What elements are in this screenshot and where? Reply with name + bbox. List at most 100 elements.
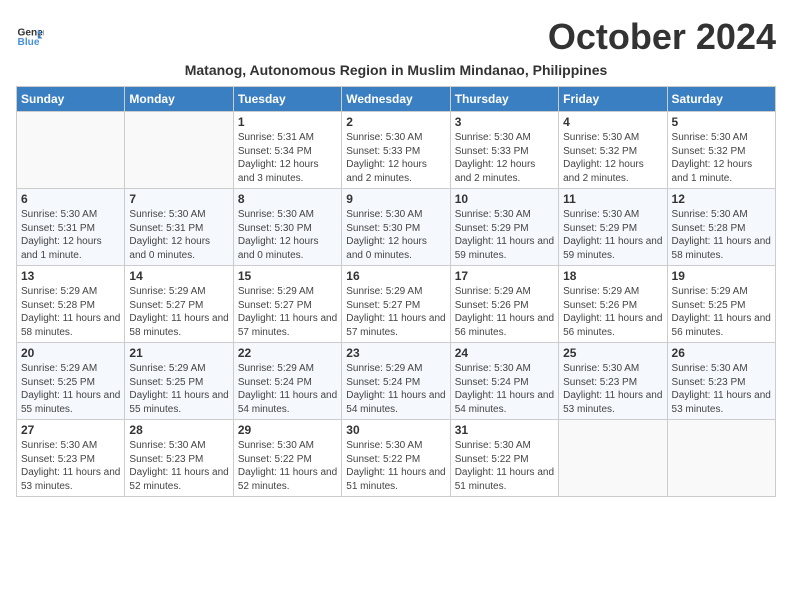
day-content: Sunrise: 5:29 AM Sunset: 5:26 PM Dayligh…: [455, 285, 554, 339]
day-number: 22: [238, 346, 337, 360]
day-content: Sunrise: 5:29 AM Sunset: 5:25 PM Dayligh…: [21, 362, 120, 416]
day-number: 7: [129, 192, 228, 206]
day-content: Sunrise: 5:31 AM Sunset: 5:34 PM Dayligh…: [238, 131, 337, 185]
page-header: General Blue October 2024: [16, 16, 776, 58]
day-header-sunday: Sunday: [17, 87, 125, 112]
day-content: Sunrise: 5:30 AM Sunset: 5:29 PM Dayligh…: [455, 208, 554, 262]
calendar-cell: 18 Sunrise: 5:29 AM Sunset: 5:26 PM Dayli…: [559, 266, 667, 343]
day-content: Sunrise: 5:30 AM Sunset: 5:23 PM Dayligh…: [129, 439, 228, 493]
calendar-cell: 14 Sunrise: 5:29 AM Sunset: 5:27 PM Dayli…: [125, 266, 233, 343]
calendar-cell: 23 Sunrise: 5:29 AM Sunset: 5:24 PM Dayli…: [342, 343, 450, 420]
day-number: 17: [455, 269, 554, 283]
day-header-saturday: Saturday: [667, 87, 775, 112]
day-number: 15: [238, 269, 337, 283]
day-number: 3: [455, 115, 554, 129]
calendar-week-row: 1 Sunrise: 5:31 AM Sunset: 5:34 PM Daylig…: [17, 112, 776, 189]
day-content: Sunrise: 5:29 AM Sunset: 5:27 PM Dayligh…: [238, 285, 337, 339]
day-number: 14: [129, 269, 228, 283]
calendar-cell: 11 Sunrise: 5:30 AM Sunset: 5:29 PM Dayli…: [559, 189, 667, 266]
day-content: Sunrise: 5:30 AM Sunset: 5:33 PM Dayligh…: [455, 131, 554, 185]
day-content: Sunrise: 5:30 AM Sunset: 5:32 PM Dayligh…: [563, 131, 662, 185]
calendar-cell: [667, 420, 775, 497]
day-number: 27: [21, 423, 120, 437]
calendar-cell: 8 Sunrise: 5:30 AM Sunset: 5:30 PM Daylig…: [233, 189, 341, 266]
calendar-cell: 31Sunrise: 5:30 AM Sunset: 5:22 PM Dayli…: [450, 420, 558, 497]
day-number: 4: [563, 115, 662, 129]
calendar-cell: 24Sunrise: 5:30 AM Sunset: 5:24 PM Dayli…: [450, 343, 558, 420]
calendar-cell: 7 Sunrise: 5:30 AM Sunset: 5:31 PM Daylig…: [125, 189, 233, 266]
logo: General Blue: [16, 23, 44, 51]
day-content: Sunrise: 5:30 AM Sunset: 5:23 PM Dayligh…: [563, 362, 662, 416]
day-header-monday: Monday: [125, 87, 233, 112]
day-header-friday: Friday: [559, 87, 667, 112]
day-content: Sunrise: 5:29 AM Sunset: 5:28 PM Dayligh…: [21, 285, 120, 339]
day-header-tuesday: Tuesday: [233, 87, 341, 112]
day-number: 11: [563, 192, 662, 206]
calendar-cell: 3 Sunrise: 5:30 AM Sunset: 5:33 PM Daylig…: [450, 112, 558, 189]
calendar-cell: 16 Sunrise: 5:29 AM Sunset: 5:27 PM Dayli…: [342, 266, 450, 343]
day-header-thursday: Thursday: [450, 87, 558, 112]
day-content: Sunrise: 5:30 AM Sunset: 5:31 PM Dayligh…: [129, 208, 228, 262]
calendar-cell: 4 Sunrise: 5:30 AM Sunset: 5:32 PM Daylig…: [559, 112, 667, 189]
day-content: Sunrise: 5:29 AM Sunset: 5:24 PM Dayligh…: [238, 362, 337, 416]
day-number: 19: [672, 269, 771, 283]
calendar-cell: 5Sunrise: 5:30 AM Sunset: 5:32 PM Daylig…: [667, 112, 775, 189]
calendar-week-row: 20Sunrise: 5:29 AM Sunset: 5:25 PM Dayli…: [17, 343, 776, 420]
day-number: 23: [346, 346, 445, 360]
calendar-cell: [559, 420, 667, 497]
calendar-table: SundayMondayTuesdayWednesdayThursdayFrid…: [16, 86, 776, 497]
day-number: 21: [129, 346, 228, 360]
day-content: Sunrise: 5:30 AM Sunset: 5:28 PM Dayligh…: [672, 208, 771, 262]
day-content: Sunrise: 5:30 AM Sunset: 5:30 PM Dayligh…: [346, 208, 445, 262]
calendar-cell: 21Sunrise: 5:29 AM Sunset: 5:25 PM Dayli…: [125, 343, 233, 420]
calendar-cell: 29Sunrise: 5:30 AM Sunset: 5:22 PM Dayli…: [233, 420, 341, 497]
day-number: 2: [346, 115, 445, 129]
calendar-cell: 10 Sunrise: 5:30 AM Sunset: 5:29 PM Dayli…: [450, 189, 558, 266]
day-content: Sunrise: 5:29 AM Sunset: 5:24 PM Dayligh…: [346, 362, 445, 416]
day-content: Sunrise: 5:30 AM Sunset: 5:22 PM Dayligh…: [346, 439, 445, 493]
calendar-cell: [17, 112, 125, 189]
calendar-week-row: 13 Sunrise: 5:29 AM Sunset: 5:28 PM Dayli…: [17, 266, 776, 343]
day-number: 10: [455, 192, 554, 206]
day-content: Sunrise: 5:30 AM Sunset: 5:33 PM Dayligh…: [346, 131, 445, 185]
subtitle: Matanog, Autonomous Region in Muslim Min…: [16, 62, 776, 78]
day-number: 13: [21, 269, 120, 283]
day-content: Sunrise: 5:30 AM Sunset: 5:30 PM Dayligh…: [238, 208, 337, 262]
calendar-cell: 12 Sunrise: 5:30 AM Sunset: 5:28 PM Dayli…: [667, 189, 775, 266]
day-content: Sunrise: 5:29 AM Sunset: 5:27 PM Dayligh…: [129, 285, 228, 339]
day-content: Sunrise: 5:30 AM Sunset: 5:29 PM Dayligh…: [563, 208, 662, 262]
calendar-cell: 20Sunrise: 5:29 AM Sunset: 5:25 PM Dayli…: [17, 343, 125, 420]
day-number: 12: [672, 192, 771, 206]
calendar-cell: 22 Sunrise: 5:29 AM Sunset: 5:24 PM Dayli…: [233, 343, 341, 420]
svg-text:Blue: Blue: [18, 37, 40, 48]
day-content: Sunrise: 5:29 AM Sunset: 5:26 PM Dayligh…: [563, 285, 662, 339]
calendar-cell: 15 Sunrise: 5:29 AM Sunset: 5:27 PM Dayli…: [233, 266, 341, 343]
calendar-cell: [125, 112, 233, 189]
day-content: Sunrise: 5:29 AM Sunset: 5:27 PM Dayligh…: [346, 285, 445, 339]
day-number: 6: [21, 192, 120, 206]
calendar-cell: 2 Sunrise: 5:30 AM Sunset: 5:33 PM Daylig…: [342, 112, 450, 189]
calendar-header-row: SundayMondayTuesdayWednesdayThursdayFrid…: [17, 87, 776, 112]
day-content: Sunrise: 5:30 AM Sunset: 5:31 PM Dayligh…: [21, 208, 120, 262]
day-number: 28: [129, 423, 228, 437]
calendar-cell: 1 Sunrise: 5:31 AM Sunset: 5:34 PM Daylig…: [233, 112, 341, 189]
logo-icon: General Blue: [16, 23, 44, 51]
calendar-cell: 25Sunrise: 5:30 AM Sunset: 5:23 PM Dayli…: [559, 343, 667, 420]
calendar-cell: 28 Sunrise: 5:30 AM Sunset: 5:23 PM Dayli…: [125, 420, 233, 497]
day-number: 18: [563, 269, 662, 283]
day-content: Sunrise: 5:30 AM Sunset: 5:23 PM Dayligh…: [672, 362, 771, 416]
day-number: 16: [346, 269, 445, 283]
day-content: Sunrise: 5:30 AM Sunset: 5:24 PM Dayligh…: [455, 362, 554, 416]
day-header-wednesday: Wednesday: [342, 87, 450, 112]
day-content: Sunrise: 5:30 AM Sunset: 5:22 PM Dayligh…: [455, 439, 554, 493]
calendar-cell: 17 Sunrise: 5:29 AM Sunset: 5:26 PM Dayli…: [450, 266, 558, 343]
calendar-week-row: 6 Sunrise: 5:30 AM Sunset: 5:31 PM Daylig…: [17, 189, 776, 266]
day-number: 8: [238, 192, 337, 206]
day-content: Sunrise: 5:30 AM Sunset: 5:32 PM Dayligh…: [672, 131, 771, 185]
day-number: 26: [672, 346, 771, 360]
month-title: October 2024: [548, 16, 776, 58]
day-number: 30: [346, 423, 445, 437]
calendar-cell: 19Sunrise: 5:29 AM Sunset: 5:25 PM Dayli…: [667, 266, 775, 343]
calendar-cell: 13 Sunrise: 5:29 AM Sunset: 5:28 PM Dayli…: [17, 266, 125, 343]
day-number: 1: [238, 115, 337, 129]
